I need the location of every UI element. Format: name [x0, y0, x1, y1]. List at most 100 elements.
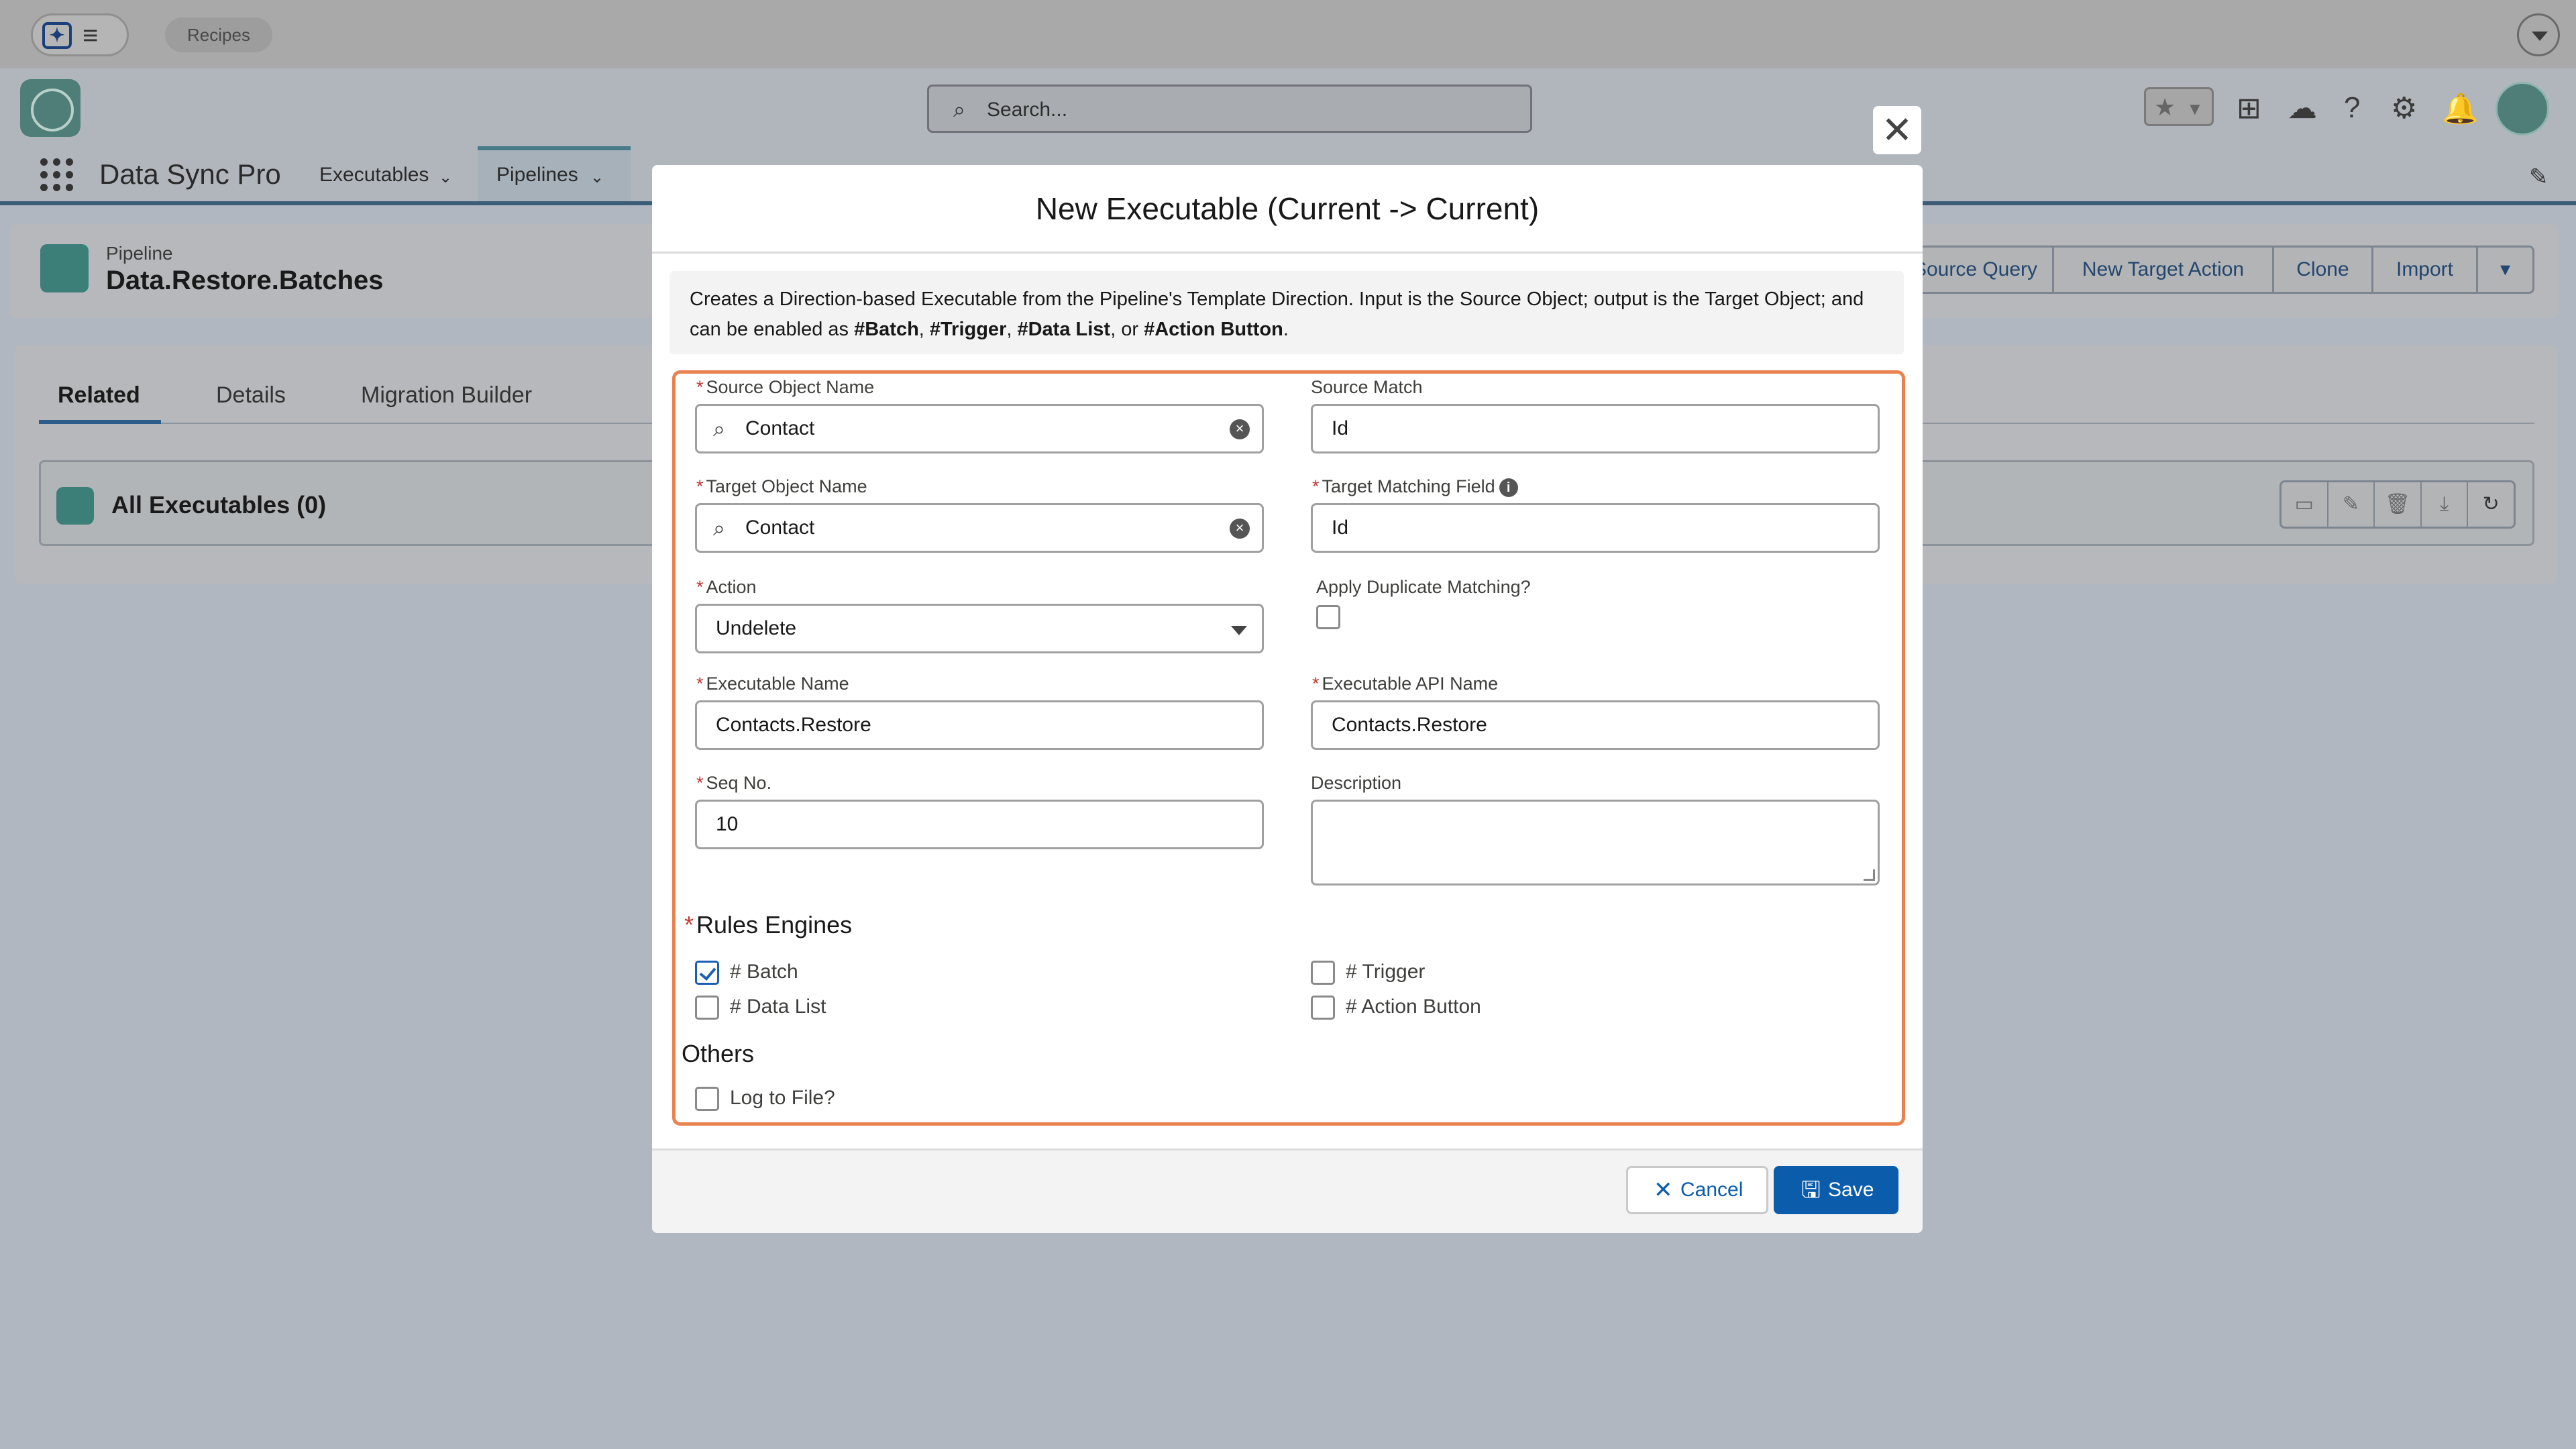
- chevron-down-icon[interactable]: ⌄: [439, 168, 452, 187]
- batch-label: # Batch: [730, 961, 798, 983]
- executable-api-name-label: * Executable API Name: [1312, 674, 1498, 694]
- delete-icon[interactable]: 🗑: [2375, 482, 2422, 527]
- refresh-icon[interactable]: ↻: [2468, 482, 2514, 527]
- info-tag-action-button: #Action Button: [1144, 319, 1283, 340]
- seq-no-input[interactable]: 10: [695, 800, 1264, 849]
- action-label: * Action: [696, 577, 757, 598]
- favorites-button[interactable]: ★ ▼: [2144, 87, 2214, 126]
- import-button[interactable]: Import: [2373, 246, 2478, 294]
- data-list-label: # Data List: [730, 996, 826, 1018]
- search-placeholder: Search...: [987, 99, 1068, 121]
- new-target-action-button[interactable]: New Target Action: [2054, 246, 2274, 294]
- chevron-down-icon: ▼: [2186, 99, 2204, 119]
- info-icon[interactable]: i: [1499, 478, 1518, 497]
- target-matching-label-text: Target Matching Field: [1322, 476, 1495, 496]
- executable-api-name-input[interactable]: Contacts.Restore: [1311, 700, 1880, 750]
- gear-icon[interactable]: ⚙: [2391, 91, 2417, 125]
- trailhead-icon[interactable]: ☁: [2288, 91, 2317, 125]
- target-matching-label: * Target Matching Field i: [1312, 476, 1518, 497]
- log-to-file-label: Log to File?: [730, 1087, 835, 1109]
- data-list-checkbox[interactable]: [695, 996, 719, 1020]
- description-label: Description: [1311, 773, 1402, 793]
- search-icon: ⌕: [713, 516, 725, 540]
- more-actions-button[interactable]: ▾: [2478, 246, 2534, 294]
- trigger-checkbox[interactable]: [1311, 961, 1335, 985]
- executable-api-name-label-text: Executable API Name: [1322, 674, 1499, 694]
- source-object-lookup[interactable]: ⌕ Contact ×: [695, 404, 1264, 453]
- target-object-lookup[interactable]: ⌕ Contact ×: [695, 503, 1264, 553]
- clone-button[interactable]: Clone: [2274, 246, 2373, 294]
- batch-checkbox[interactable]: [695, 961, 719, 985]
- new-executable-modal: New Executable (Current -> Current) Crea…: [652, 165, 1923, 1233]
- top-right-dropdown-icon[interactable]: [2517, 13, 2560, 56]
- app-launcher-pill[interactable]: ✦ ≡: [31, 13, 129, 56]
- app-name: Data Sync Pro: [99, 158, 281, 190]
- help-icon[interactable]: ?: [2344, 91, 2360, 125]
- tab-related[interactable]: Related: [58, 382, 140, 409]
- apply-duplicate-label: Apply Duplicate Matching?: [1316, 577, 1531, 597]
- nav-item-executables[interactable]: Executables: [319, 164, 429, 186]
- chevron-down-icon[interactable]: ⌄: [590, 168, 604, 187]
- clear-icon[interactable]: ×: [1230, 419, 1250, 439]
- source-object-label: * Source Object Name: [696, 377, 874, 398]
- apply-duplicate-checkbox[interactable]: [1316, 605, 1340, 629]
- trigger-label: # Trigger: [1346, 961, 1426, 983]
- target-object-value: Contact: [745, 517, 815, 539]
- required-marker: *: [696, 577, 704, 597]
- plus-icon[interactable]: ⊞: [2237, 91, 2261, 125]
- target-matching-input[interactable]: Id: [1311, 503, 1880, 553]
- tab-active-underline: [39, 420, 161, 424]
- info-separator: ,: [918, 319, 930, 340]
- log-to-file-checkbox[interactable]: [695, 1087, 719, 1111]
- target-object-label: * Target Object Name: [696, 476, 867, 497]
- info-text-end: .: [1283, 319, 1289, 340]
- required-marker: *: [696, 773, 704, 793]
- waffle-icon[interactable]: [40, 158, 74, 192]
- seq-no-label: * Seq No.: [696, 773, 771, 794]
- record-title: Data.Restore.Batches: [106, 266, 384, 295]
- sparkle-icon: ✦: [42, 22, 72, 49]
- action-value: Undelete: [716, 617, 797, 639]
- tab-details[interactable]: Details: [216, 382, 286, 409]
- source-match-input[interactable]: Id: [1311, 404, 1880, 453]
- action-label-text: Action: [706, 577, 757, 597]
- bell-icon[interactable]: 🔔: [2442, 91, 2479, 126]
- avatar[interactable]: [2496, 82, 2549, 136]
- info-tag-batch: #Batch: [854, 319, 919, 340]
- modal-title: New Executable (Current -> Current): [1035, 191, 1540, 226]
- tab-migration-builder[interactable]: Migration Builder: [361, 382, 532, 409]
- target-object-label-text: Target Object Name: [706, 476, 867, 496]
- modal-close-button[interactable]: ✕: [1873, 106, 1921, 154]
- source-object-label-text: Source Object Name: [706, 377, 875, 397]
- source-object-value: Contact: [745, 417, 815, 439]
- action-button-checkbox[interactable]: [1311, 996, 1335, 1020]
- chevron-down-icon: [1231, 626, 1247, 635]
- edit-icon[interactable]: ✎: [2328, 482, 2375, 527]
- download-icon[interactable]: ⤓: [2422, 482, 2469, 527]
- nav-item-pipelines[interactable]: Pipelines: [496, 164, 578, 186]
- global-search-input[interactable]: ⌕ Search...: [927, 85, 1532, 133]
- executable-name-label: * Executable Name: [696, 674, 849, 694]
- rules-engines-title-text: Rules Engines: [696, 911, 853, 938]
- required-marker: *: [1312, 476, 1320, 496]
- info-tag-data-list: #Data List: [1017, 319, 1111, 340]
- description-textarea[interactable]: [1311, 800, 1880, 885]
- cancel-button[interactable]: ✕ Cancel: [1626, 1166, 1768, 1214]
- related-list-button-group: ▭ ✎ 🗑 ⤓ ↻: [2279, 480, 2516, 529]
- recipes-pill[interactable]: Recipes: [165, 17, 272, 52]
- info-tag-trigger: #Trigger: [929, 319, 1007, 340]
- record-object-label: Pipeline: [106, 243, 173, 264]
- others-title: Others: [682, 1040, 755, 1067]
- clear-icon[interactable]: ×: [1230, 519, 1250, 539]
- executable-name-input[interactable]: Contacts.Restore: [695, 700, 1264, 750]
- modal-header: New Executable (Current -> Current): [652, 165, 1923, 254]
- action-select[interactable]: Undelete: [695, 604, 1264, 653]
- edit-nav-icon[interactable]: ✎: [2529, 164, 2548, 191]
- info-separator: ,: [1006, 319, 1018, 340]
- new-icon[interactable]: ▭: [2282, 482, 2328, 527]
- search-icon: ⌕: [953, 97, 965, 121]
- save-button[interactable]: 🖫 Save: [1774, 1166, 1898, 1214]
- required-marker: *: [696, 476, 704, 496]
- source-match-label: Source Match: [1311, 377, 1423, 397]
- executables-icon: [56, 487, 94, 525]
